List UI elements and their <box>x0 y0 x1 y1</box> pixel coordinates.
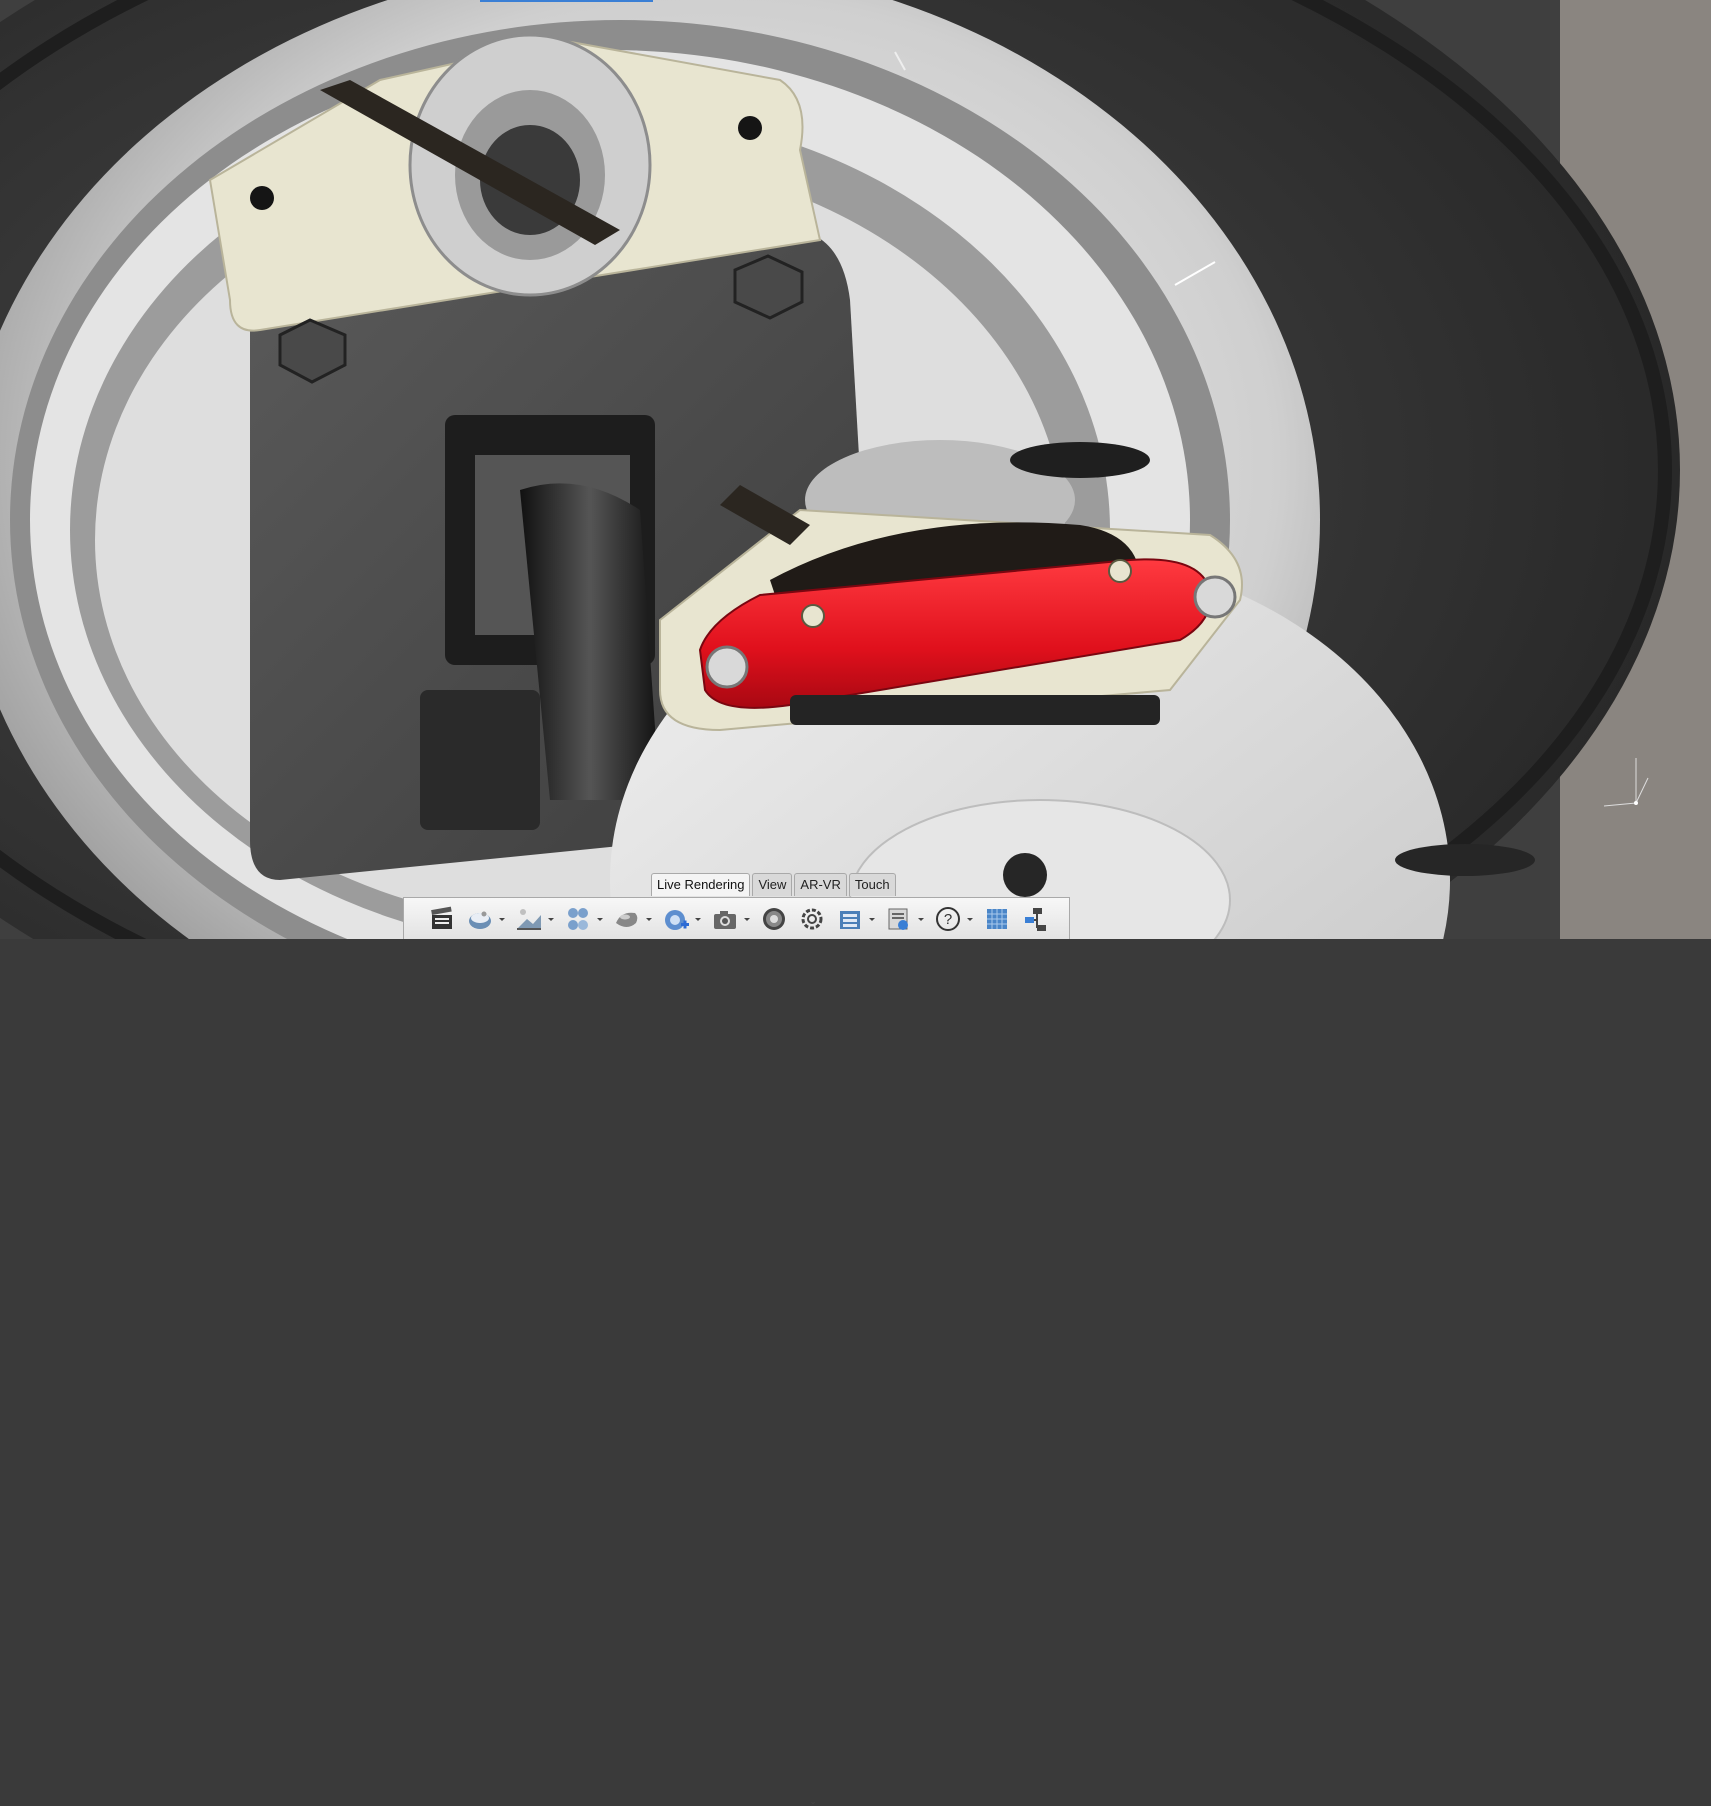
tab-ar-vr[interactable]: AR-VR <box>794 873 847 896</box>
render-settings-button[interactable] <box>883 901 926 937</box>
dropdown-arrow-icon[interactable] <box>867 914 877 924</box>
dropdown-arrow-icon[interactable] <box>644 914 654 924</box>
aperture-button[interactable] <box>758 901 790 937</box>
render-library-icon <box>840 910 860 929</box>
material-sphere-button[interactable] <box>611 901 654 937</box>
display-grid-icon <box>987 908 1007 929</box>
environment-button[interactable] <box>513 901 556 937</box>
tab-live-rendering[interactable]: Live Rendering <box>651 873 751 896</box>
appearances-icon <box>568 907 588 930</box>
scene-button[interactable] <box>464 901 507 937</box>
scene-icon <box>469 911 491 929</box>
tree-structure-button[interactable] <box>1019 901 1051 937</box>
settings-gear-button[interactable] <box>796 901 828 937</box>
render-settings-icon <box>888 908 908 930</box>
view-triad-icon <box>1603 758 1649 807</box>
clapperboard-button[interactable] <box>426 901 458 937</box>
dropdown-arrow-icon[interactable] <box>693 914 703 924</box>
render-library-button[interactable] <box>834 901 877 937</box>
clapperboard-icon <box>431 906 452 929</box>
tab-view[interactable]: View <box>752 873 793 896</box>
dropdown-arrow-icon[interactable] <box>497 914 507 924</box>
help-button[interactable]: ? <box>932 901 975 937</box>
dropdown-arrow-icon[interactable] <box>595 914 605 924</box>
tab-touch[interactable]: Touch <box>848 873 896 896</box>
dropdown-arrow-icon[interactable] <box>916 914 926 924</box>
settings-gear-icon <box>801 908 823 929</box>
dropdown-arrow-icon[interactable] <box>965 914 975 924</box>
material-sphere-icon <box>616 912 638 927</box>
help-icon: ? <box>936 906 960 931</box>
aperture-icon <box>763 907 785 930</box>
svg-text:?: ? <box>944 911 952 928</box>
collapse-toolbar-button[interactable]: ⌄ <box>808 1796 818 1806</box>
command-tab-strip: Live Rendering View AR-VR Touch <box>651 873 898 897</box>
3d-viewport[interactable] <box>0 0 1711 939</box>
camera-button[interactable] <box>709 901 752 937</box>
dropdown-arrow-icon[interactable] <box>546 914 556 924</box>
camera-icon <box>714 910 736 929</box>
appearances-button[interactable] <box>562 901 605 937</box>
add-decal-icon <box>665 909 689 930</box>
add-decal-button[interactable] <box>660 901 703 937</box>
dropdown-arrow-icon[interactable] <box>742 914 752 924</box>
render-toolbar: ⌄ ? <box>403 897 1070 1806</box>
tree-structure-icon <box>1025 907 1046 931</box>
environment-icon <box>517 908 541 930</box>
model-render[interactable] <box>0 0 1711 939</box>
display-grid-button[interactable] <box>981 901 1013 937</box>
